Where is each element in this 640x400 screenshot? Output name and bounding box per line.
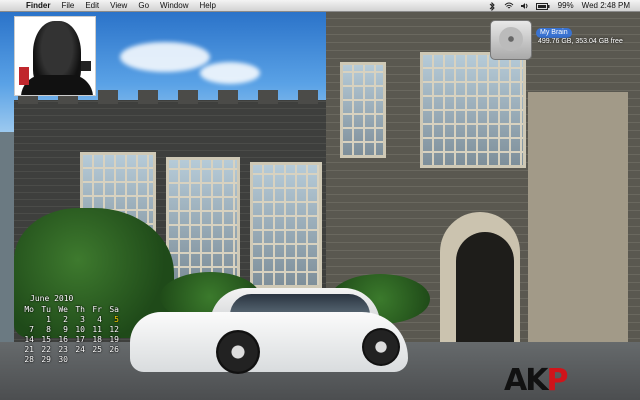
album-cover-label xyxy=(19,67,29,85)
battery-icon[interactable] xyxy=(535,2,550,10)
menu-go[interactable]: Go xyxy=(138,0,149,11)
album-cover-shirt xyxy=(21,75,93,95)
calendar-weekday-row: Mo Tu We Th Fr Sa xyxy=(18,304,120,314)
calendar-day xyxy=(18,314,35,324)
calendar-day: 17 xyxy=(75,334,85,344)
logo-text-ak: AK xyxy=(504,363,548,398)
wifi-icon[interactable] xyxy=(504,2,514,9)
weekday-label: Mo xyxy=(24,304,34,314)
weekday-label: Sa xyxy=(109,304,119,314)
menu-bar: Finder File Edit View Go Window Help 99%… xyxy=(0,0,640,12)
calendar-week-row: 1 2 3 4 5 xyxy=(18,314,120,324)
calendar-day: 14 xyxy=(24,334,34,344)
gothic-window xyxy=(340,62,386,158)
gothic-window xyxy=(250,162,322,288)
calendar-widget: June 2010 Mo Tu We Th Fr Sa 1 2 3 4 5 7 … xyxy=(18,294,120,364)
battery-percent: 99% xyxy=(557,1,574,10)
calendar-day xyxy=(86,354,103,364)
menubar-clock[interactable]: Wed 2:48 PM xyxy=(582,0,630,11)
drive-label[interactable]: My Brain xyxy=(536,28,572,38)
calendar-day: 11 xyxy=(92,324,102,334)
calendar-day: 26 xyxy=(109,344,119,354)
calendar-day: 15 xyxy=(41,334,51,344)
battlement xyxy=(178,90,198,104)
calendar-week-row: 7 8 9 10 11 12 xyxy=(18,324,120,334)
calendar-week-row: 21 22 23 24 25 26 xyxy=(18,344,120,354)
status-area: 99% Wed 2:48 PM xyxy=(488,0,630,12)
battlement xyxy=(258,90,278,104)
battlement xyxy=(218,90,238,104)
calendar-day xyxy=(69,354,86,364)
calendar-day: 23 xyxy=(58,344,68,354)
calendar-day: 22 xyxy=(41,344,51,354)
gothic-window xyxy=(166,157,240,283)
calendar-grid: Mo Tu We Th Fr Sa 1 2 3 4 5 7 8 9 10 11 … xyxy=(18,304,120,364)
hard-drive-icon[interactable] xyxy=(490,20,532,60)
menu-help[interactable]: Help xyxy=(199,0,215,11)
menu-items: Finder File Edit View Go Window Help xyxy=(26,0,216,11)
car-wheel-rear xyxy=(362,328,400,366)
car-wheel-front xyxy=(216,330,260,374)
bluetooth-icon[interactable] xyxy=(488,1,496,12)
calendar-day: 3 xyxy=(80,314,85,324)
stone-tower xyxy=(528,92,628,382)
weekday-label: Th xyxy=(75,304,85,314)
calendar-day xyxy=(103,354,120,364)
weekday-label: Fr xyxy=(92,304,102,314)
calendar-day: 25 xyxy=(92,344,102,354)
calendar-day: 28 xyxy=(24,354,34,364)
calendar-week-row: 28 29 30 xyxy=(18,354,120,364)
akp-logo: AKP xyxy=(504,363,568,398)
calendar-day: 16 xyxy=(58,334,68,344)
battlement xyxy=(298,90,318,104)
battlement xyxy=(98,90,118,104)
weekday-label: We xyxy=(58,304,68,314)
volume-icon[interactable] xyxy=(520,2,528,9)
menu-edit[interactable]: Edit xyxy=(85,0,99,11)
menu-finder[interactable]: Finder xyxy=(26,0,50,11)
calendar-day: 1 xyxy=(46,314,51,324)
calendar-day: 9 xyxy=(63,324,68,334)
calendar-day: 24 xyxy=(75,344,85,354)
archway-opening xyxy=(456,232,514,342)
menu-file[interactable]: File xyxy=(61,0,74,11)
calendar-day: 18 xyxy=(92,334,102,344)
gothic-window xyxy=(420,52,526,168)
cloud xyxy=(120,42,210,72)
calendar-day: 8 xyxy=(46,324,51,334)
drive-platter xyxy=(499,27,523,51)
calendar-day: 10 xyxy=(75,324,85,334)
calendar-day: 2 xyxy=(63,314,68,324)
calendar-day: 30 xyxy=(58,354,68,364)
calendar-day: 19 xyxy=(109,334,119,344)
album-art-widget[interactable] xyxy=(14,16,96,96)
calendar-day: 21 xyxy=(24,344,34,354)
drive-capacity-info: 499.76 GB, 353.04 GB free xyxy=(538,38,623,45)
calendar-month-title: June 2010 xyxy=(30,294,74,303)
calendar-day: 4 xyxy=(97,314,102,324)
menu-window[interactable]: Window xyxy=(160,0,188,11)
cloud xyxy=(200,62,260,84)
logo-text-p: P xyxy=(546,363,568,398)
calendar-day: 12 xyxy=(109,324,119,334)
battlement xyxy=(138,90,158,104)
album-cover-tag xyxy=(81,61,91,71)
weekday-label: Tu xyxy=(41,304,51,314)
calendar-day: 29 xyxy=(41,354,51,364)
menu-view[interactable]: View xyxy=(110,0,127,11)
calendar-week-row: 14 15 16 17 18 19 xyxy=(18,334,120,344)
calendar-day-today: 5 xyxy=(114,314,119,324)
calendar-day: 7 xyxy=(29,324,34,334)
